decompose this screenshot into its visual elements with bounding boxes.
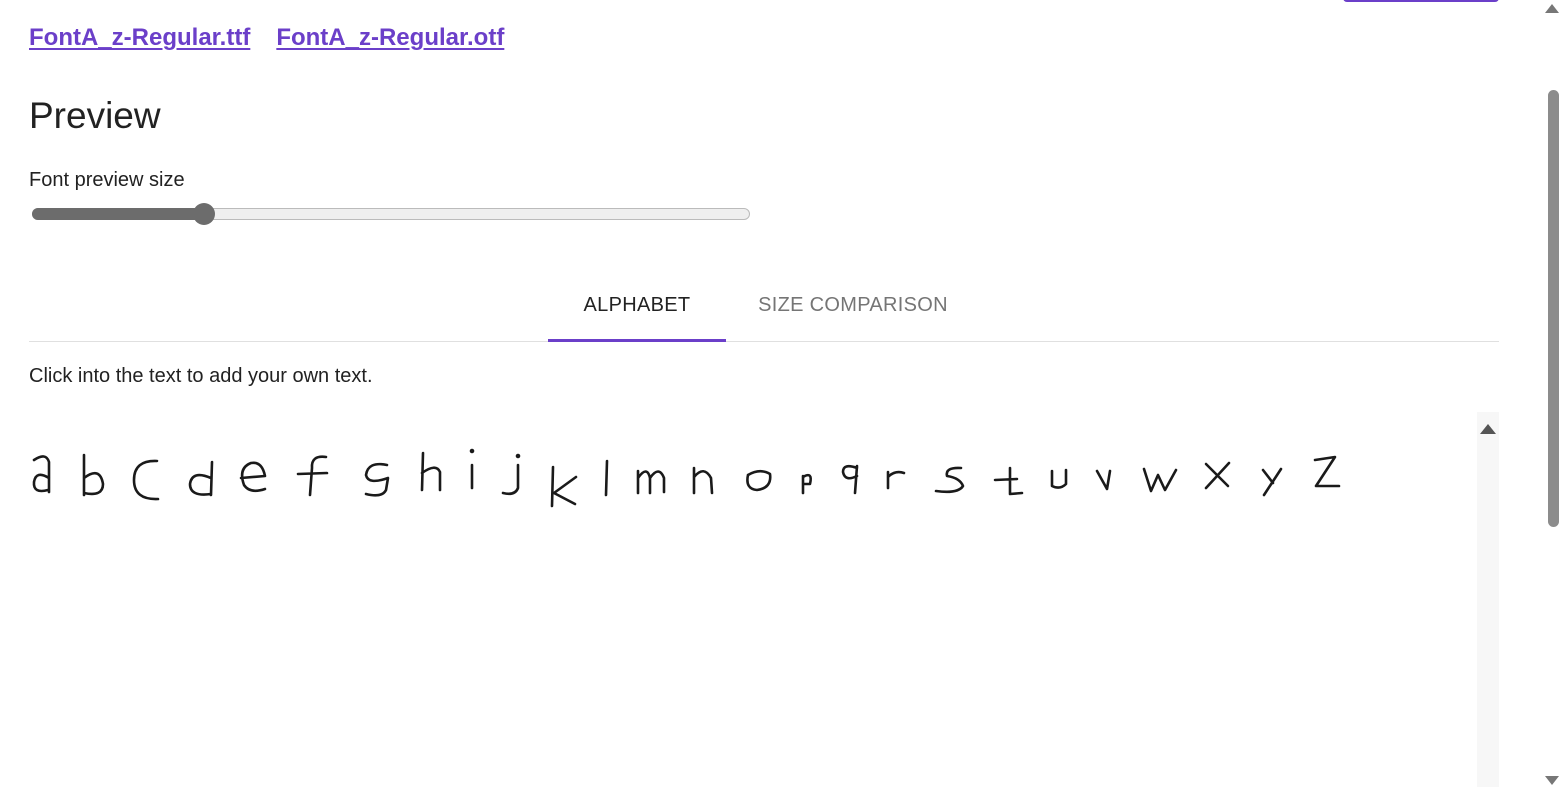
tab-alphabet[interactable]: ALPHABET [548,270,726,340]
download-otf-link[interactable]: FontA_z-Regular.otf [276,24,504,52]
preview-scroll-up-icon[interactable] [1480,424,1496,434]
tab-size-comparison[interactable]: SIZE COMPARISON [726,270,980,340]
handwritten-alphabet-sample [32,448,1341,508]
preview-scrollbar[interactable] [1477,412,1499,787]
page-scroll-up-icon[interactable] [1545,4,1559,13]
download-ttf-link[interactable]: FontA_z-Regular.ttf [29,24,250,52]
preview-heading: Preview [29,95,161,136]
preview-tabs: ALPHABET SIZE COMPARISON [29,270,1499,342]
top-button-edge[interactable] [1343,0,1499,2]
page-scroll-thumb[interactable] [1548,90,1559,527]
active-tab-indicator [548,339,726,342]
font-size-label: Font preview size [29,169,185,191]
page-scrollbar[interactable] [1543,0,1560,787]
download-links: FontA_z-Regular.ttf FontA_z-Regular.otf [29,24,504,52]
font-size-slider[interactable] [32,203,752,226]
font-preview-text[interactable] [29,412,1477,787]
slider-thumb[interactable] [193,203,215,225]
page-scroll-down-icon[interactable] [1545,776,1559,785]
slider-fill [32,208,204,220]
edit-hint: Click into the text to add your own text… [29,365,373,387]
